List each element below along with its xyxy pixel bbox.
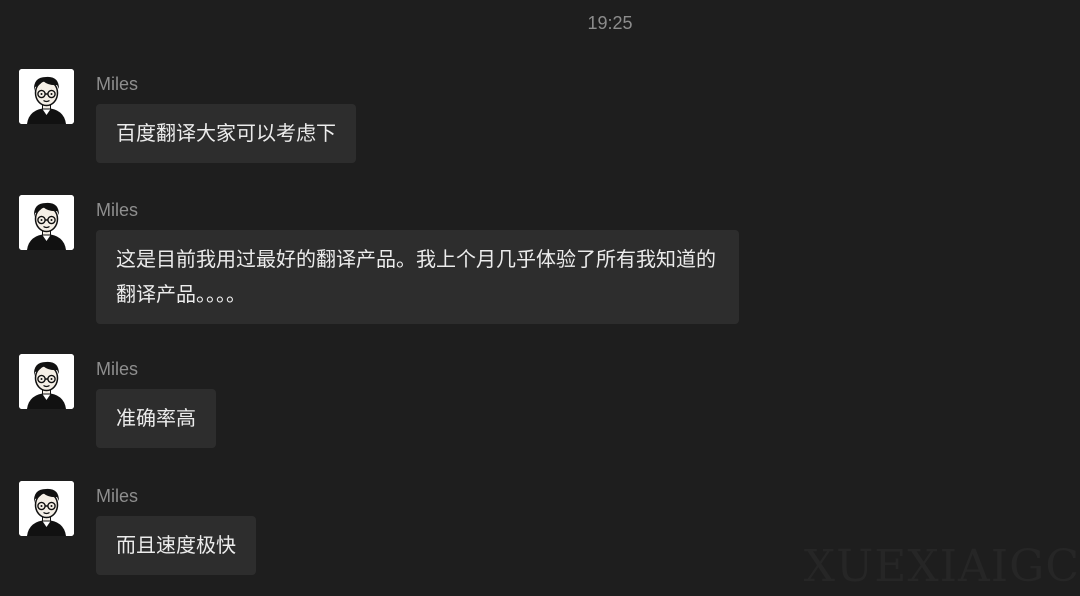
- avatar[interactable]: [19, 354, 74, 409]
- avatar[interactable]: [19, 69, 74, 124]
- sender-name: Miles: [96, 74, 139, 94]
- user-avatar-icon: [19, 481, 74, 536]
- message-bubble[interactable]: 准确率高: [96, 389, 216, 448]
- message-bubble[interactable]: 百度翻译大家可以考虑下: [96, 104, 356, 163]
- sender-name: Miles: [96, 359, 139, 379]
- sender-name: Miles: [96, 486, 139, 506]
- watermark: XUEXIAIGC: [803, 541, 1080, 592]
- message-bubble[interactable]: 这是目前我用过最好的翻译产品。我上个月几乎体验了所有我知道的翻译产品。。。。: [96, 230, 739, 324]
- sender-name: Miles: [96, 200, 139, 220]
- avatar[interactable]: [19, 481, 74, 536]
- avatar[interactable]: [19, 195, 74, 250]
- chat-timestamp: 19:25: [587, 13, 633, 33]
- message-bubble[interactable]: 而且速度极快: [96, 516, 256, 575]
- user-avatar-icon: [19, 69, 74, 124]
- user-avatar-icon: [19, 354, 74, 409]
- user-avatar-icon: [19, 195, 74, 250]
